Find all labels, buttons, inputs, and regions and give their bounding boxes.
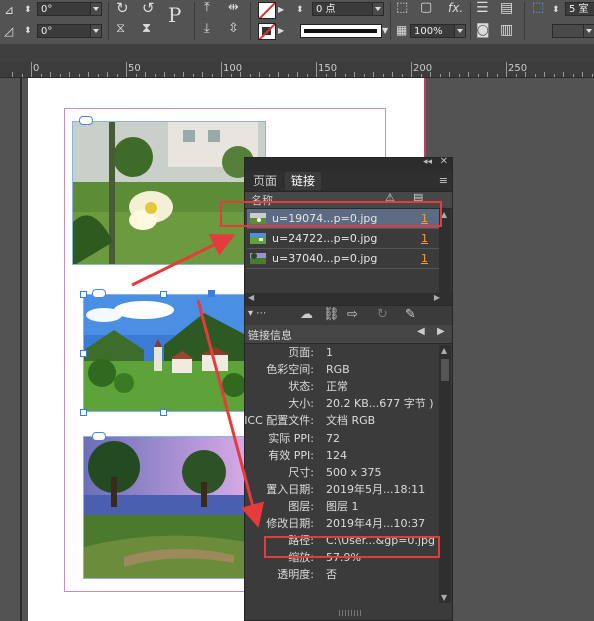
annotation-arrows	[131, 234, 264, 528]
arrow-to-path	[196, 299, 264, 528]
arrow-to-link-row	[131, 234, 236, 287]
